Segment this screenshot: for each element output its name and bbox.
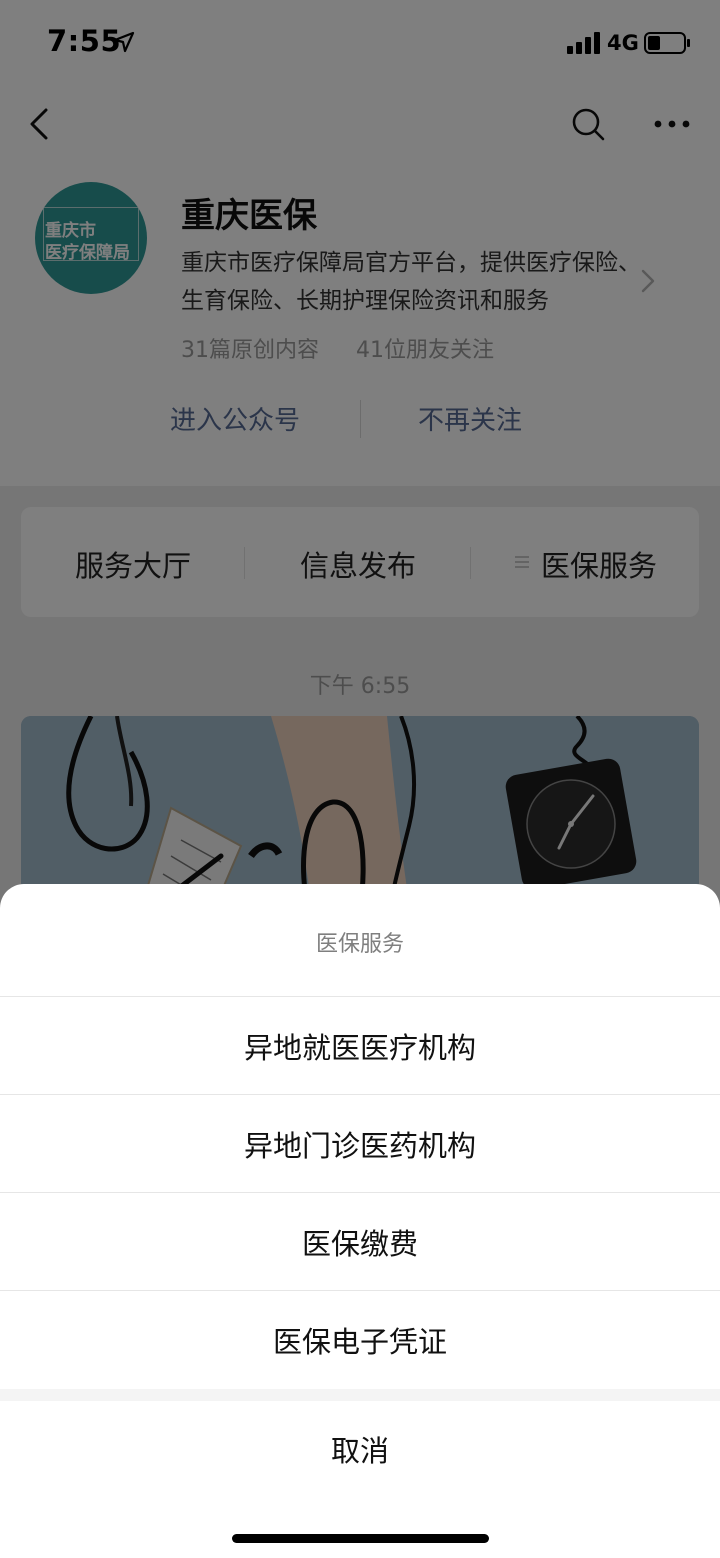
- option-remote-medical-institutions[interactable]: 异地就医医疗机构: [0, 996, 720, 1094]
- action-sheet: 医保服务 异地就医医疗机构 异地门诊医药机构 医保缴费 医保电子凭证 取消: [0, 884, 720, 1558]
- action-sheet-title: 医保服务: [315, 932, 404, 957]
- action-sheet-separator: [0, 1389, 720, 1401]
- option-insurance-payment[interactable]: 医保缴费: [0, 1192, 720, 1290]
- option-remote-outpatient-pharmacies[interactable]: 异地门诊医药机构: [0, 1094, 720, 1192]
- cancel-button[interactable]: 取消: [0, 1401, 720, 1497]
- home-indicator[interactable]: [232, 1534, 489, 1543]
- option-electronic-insurance-card[interactable]: 医保电子凭证: [0, 1290, 720, 1388]
